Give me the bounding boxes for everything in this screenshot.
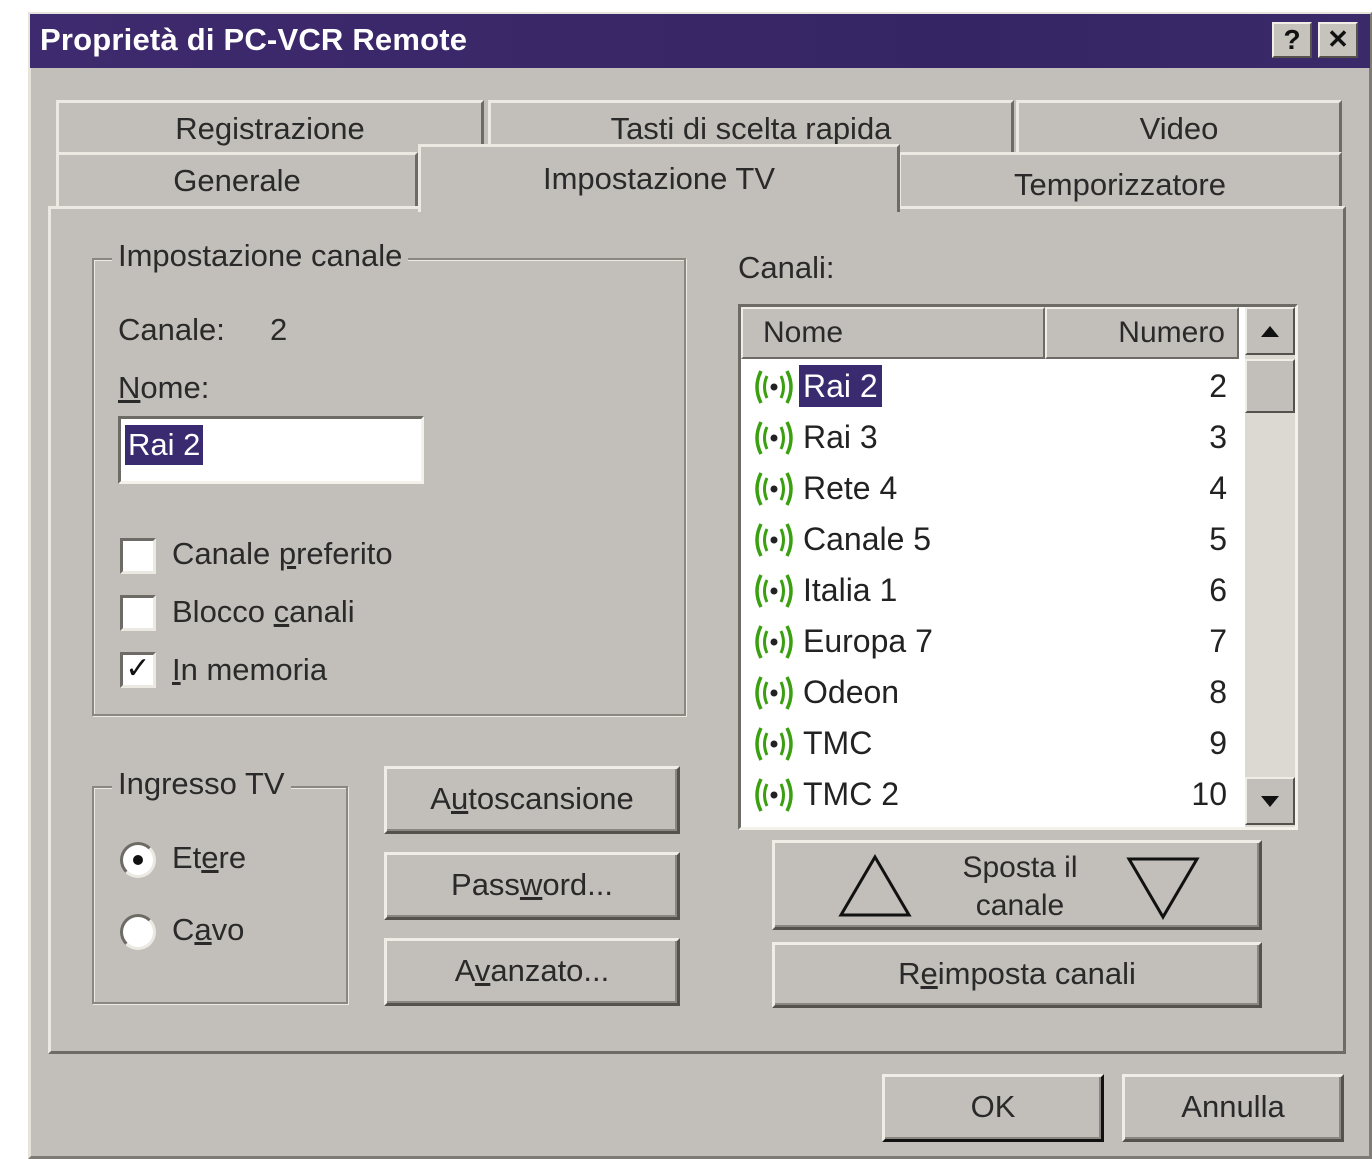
channel-list[interactable]: Nome Numero Rai 2 2 Rai 3 3 Rete 4 4 Canale 5 5… xyxy=(738,304,1298,830)
list-item[interactable]: Canale 5 5 xyxy=(741,514,1241,565)
check-mark-icon: ✓ xyxy=(125,652,151,685)
broadcast-icon xyxy=(755,421,793,455)
radio-etere-label: Etere xyxy=(172,840,247,875)
tab-label: Registrazione xyxy=(175,111,365,146)
channel-name: Europa 7 xyxy=(803,623,933,659)
channel-name: Rai 3 xyxy=(803,419,878,455)
radio-cavo-label: Cavo xyxy=(172,912,245,947)
name-input[interactable]: Rai 2 xyxy=(118,416,424,484)
help-button[interactable]: ? xyxy=(1272,22,1312,58)
broadcast-icon xyxy=(755,676,793,710)
tab-generale[interactable]: Generale xyxy=(56,152,418,208)
list-item[interactable]: Odeon 8 xyxy=(741,667,1241,718)
tab-label: Temporizzatore xyxy=(1014,167,1226,202)
scroll-up-button[interactable] xyxy=(1245,307,1295,355)
ok-button[interactable]: OK xyxy=(882,1074,1104,1142)
vertical-scrollbar[interactable] xyxy=(1245,307,1295,827)
tab-label: Video xyxy=(1139,111,1219,146)
memory-label: In memoria xyxy=(172,652,328,687)
list-item[interactable]: Rai 3 3 xyxy=(741,412,1241,463)
window-title: Proprietà di PC-VCR Remote xyxy=(40,22,468,57)
list-item[interactable]: TMC 9 xyxy=(741,718,1241,769)
name-input-value: Rai 2 xyxy=(125,425,204,465)
list-item[interactable]: TMC 2 10 xyxy=(741,769,1241,820)
scroll-down-arrow-icon xyxy=(1261,796,1279,807)
column-header-name[interactable]: Nome xyxy=(741,307,1045,359)
channel-name: Rai 2 xyxy=(799,365,882,407)
channel-number: 2 xyxy=(1209,368,1227,404)
radio-etere[interactable] xyxy=(120,842,156,878)
channel-number: 8 xyxy=(1209,674,1227,710)
move-channel-line2: canale xyxy=(975,889,1065,922)
channel-number: 10 xyxy=(1191,776,1227,812)
broadcast-icon xyxy=(755,778,793,812)
reset-channels-button[interactable]: Reimposta canali xyxy=(772,942,1262,1008)
channel-number: 3 xyxy=(1209,419,1227,455)
broadcast-icon xyxy=(755,523,793,557)
channels-label: Canali: xyxy=(738,250,835,285)
broadcast-icon xyxy=(755,625,793,659)
channel-name: Canale 5 xyxy=(803,521,932,557)
tab-impostazione-tv[interactable]: Impostazione TV xyxy=(418,144,900,212)
name-label-rest: ome: xyxy=(140,370,210,405)
tab-video[interactable]: Video xyxy=(1016,100,1342,156)
move-channel-line1: Sposta il xyxy=(962,851,1078,884)
move-channel-label: Sposta il canale xyxy=(925,849,1115,925)
list-item[interactable]: Italia 1 6 xyxy=(741,565,1241,616)
tab-label: Tasti di scelta rapida xyxy=(610,111,892,146)
title-bar[interactable]: Proprietà di PC-VCR Remote ? ✕ xyxy=(30,14,1370,68)
broadcast-icon xyxy=(755,370,793,404)
tab-label: Generale xyxy=(173,163,301,198)
channel-name: TMC xyxy=(803,725,873,761)
channel-name: Rete 4 xyxy=(803,470,898,506)
lock-checkbox[interactable] xyxy=(120,595,156,631)
channel-number: 5 xyxy=(1209,521,1227,557)
scroll-up-arrow-icon xyxy=(1261,326,1279,337)
scroll-down-button[interactable] xyxy=(1245,777,1295,825)
channel-label: Canale: xyxy=(118,312,225,347)
radio-selected-dot xyxy=(133,855,143,865)
move-channel-button[interactable]: Sposta il canale xyxy=(772,840,1262,930)
channel-number: 9 xyxy=(1209,725,1227,761)
triangle-down-icon[interactable] xyxy=(1125,855,1201,921)
broadcast-icon xyxy=(755,574,793,608)
list-item[interactable]: Rai 2 2 xyxy=(741,361,1241,412)
advanced-button[interactable]: Avanzato... xyxy=(384,938,680,1006)
name-label: Nome: xyxy=(118,370,210,405)
broadcast-icon xyxy=(755,472,793,506)
memory-checkbox[interactable]: ✓ xyxy=(120,652,156,688)
password-button[interactable]: Password... xyxy=(384,852,680,920)
channel-name: Italia 1 xyxy=(803,572,898,608)
tv-input-legend: Ingresso TV xyxy=(112,766,291,802)
cancel-button[interactable]: Annulla xyxy=(1122,1074,1344,1142)
channel-setup-legend: Impostazione canale xyxy=(112,238,409,274)
channel-number: 4 xyxy=(1209,470,1227,506)
favorite-label: Canale preferito xyxy=(172,536,393,571)
lock-label: Blocco canali xyxy=(172,594,355,629)
scroll-thumb[interactable] xyxy=(1245,359,1295,413)
tab-temporizzatore[interactable]: Temporizzatore xyxy=(898,152,1342,208)
channel-name: TMC 2 xyxy=(803,776,899,812)
close-button[interactable]: ✕ xyxy=(1318,22,1358,58)
column-header-number[interactable]: Numero xyxy=(1045,307,1239,359)
triangle-up-icon[interactable] xyxy=(837,853,913,919)
tv-input-group xyxy=(92,786,348,1004)
channel-number: 6 xyxy=(1209,572,1227,608)
list-item[interactable]: Rete 4 4 xyxy=(741,463,1241,514)
channel-number-value: 2 xyxy=(270,312,288,347)
radio-cavo[interactable] xyxy=(120,914,156,950)
channel-number: 7 xyxy=(1209,623,1227,659)
tab-label: Impostazione TV xyxy=(542,161,776,196)
channel-name: Odeon xyxy=(803,674,900,710)
broadcast-icon xyxy=(755,727,793,761)
list-item[interactable]: Europa 7 7 xyxy=(741,616,1241,667)
autoscan-button[interactable]: Autoscansione xyxy=(384,766,680,834)
favorite-checkbox[interactable] xyxy=(120,538,156,574)
